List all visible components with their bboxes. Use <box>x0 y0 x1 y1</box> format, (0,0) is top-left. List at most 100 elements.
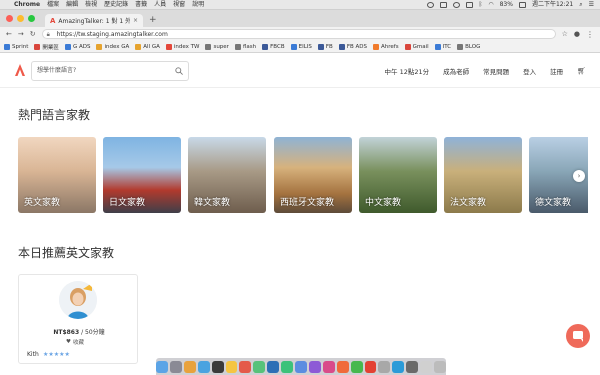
app-icon[interactable] <box>239 360 252 373</box>
close-window-button[interactable] <box>6 15 13 22</box>
wifi-icon[interactable]: ◠ <box>488 0 493 10</box>
finder-icon[interactable] <box>155 360 168 373</box>
teacher-card[interactable]: NT$863 / 50分鐘 ♥ 收藏 Kith ★★★★★ <box>18 274 138 364</box>
search-icon[interactable]: ⌕ <box>579 0 582 10</box>
nav-faq[interactable]: 常見問題 <box>483 66 509 76</box>
reload-icon[interactable]: ↻ <box>30 30 36 38</box>
line-icon[interactable] <box>281 360 294 373</box>
favorite-button[interactable]: ♥ 收藏 <box>66 337 84 347</box>
menu-app-name[interactable]: Chrome <box>14 0 40 10</box>
battery-icon[interactable] <box>518 1 526 8</box>
nav-time[interactable]: 中午 12點21分 <box>385 66 430 76</box>
help-icon[interactable] <box>420 360 433 373</box>
browser-menu-icon[interactable]: ⋮ <box>586 30 594 39</box>
amazingtalker-favicon-icon: A <box>50 16 56 25</box>
app-icon[interactable] <box>253 360 266 373</box>
language-card-english[interactable]: 英文家教 <box>18 137 96 213</box>
bookmark-item[interactable]: FB ADS <box>338 43 367 50</box>
bookmark-item[interactable]: FBCB <box>262 43 285 50</box>
amazingtalker-logo-icon[interactable] <box>14 63 26 77</box>
status-icon[interactable] <box>426 1 434 8</box>
bluetooth-icon[interactable]: ᛒ <box>479 0 483 10</box>
language-card-chinese[interactable]: 中文家教 <box>359 137 437 213</box>
search-icon[interactable] <box>175 67 183 75</box>
minimize-window-button[interactable] <box>17 15 24 22</box>
language-card-japanese[interactable]: 日文家教 <box>103 137 181 213</box>
language-card-label: 德文家教 <box>535 198 572 208</box>
menu-people[interactable]: 人員 <box>154 0 166 10</box>
app-icon[interactable] <box>197 360 210 373</box>
maximize-window-button[interactable] <box>28 15 35 22</box>
language-card-french[interactable]: 法文家教 <box>444 137 522 213</box>
main-nav: 中午 12點21分 成為老師 常見問題 登入 註冊 🛒︎ <box>385 54 587 88</box>
url-text: https://tw.staging.amazingtalker.com <box>56 31 168 38</box>
app-icon[interactable] <box>295 360 307 373</box>
cart-icon[interactable]: 🛒︎ <box>577 67 586 75</box>
menu-view[interactable]: 檢視 <box>85 0 97 10</box>
chrome-icon[interactable] <box>364 360 377 373</box>
app-icon[interactable] <box>336 360 349 373</box>
bookmark-item[interactable]: Sprint <box>4 43 28 50</box>
app-icon[interactable] <box>378 360 391 373</box>
app-icon[interactable] <box>211 360 224 373</box>
app-icon[interactable] <box>392 360 405 373</box>
bookmark-label: G ADS <box>72 43 91 50</box>
address-bar[interactable]: 🔒︎ https://tw.staging.amazingtalker.com <box>41 29 556 39</box>
app-icon[interactable] <box>350 360 363 373</box>
bookmark-item[interactable]: index GA <box>96 43 129 50</box>
trash-icon[interactable] <box>434 360 447 373</box>
notification-icon[interactable]: ☰ <box>589 0 594 10</box>
menu-help[interactable]: 說明 <box>192 0 204 10</box>
bookmark-favicon-icon <box>165 43 172 50</box>
menu-file[interactable]: 檔案 <box>47 0 59 10</box>
language-card-korean[interactable]: 韓文家教 <box>188 137 266 213</box>
status-icon[interactable] <box>465 1 473 8</box>
language-card-spanish[interactable]: 西班牙文家教 <box>274 137 352 213</box>
bookmark-item[interactable]: Ahrefs <box>373 43 399 50</box>
nav-login[interactable]: 登入 <box>523 66 536 76</box>
close-tab-icon[interactable]: × <box>133 17 138 24</box>
teacher-avatar[interactable] <box>59 281 97 319</box>
app-icon[interactable] <box>406 360 419 373</box>
bookmark-favicon-icon <box>96 43 103 50</box>
bookmark-item[interactable]: G ADS <box>64 43 91 50</box>
bookmark-item[interactable]: FB <box>317 43 333 50</box>
bookmark-item[interactable]: flash <box>234 43 256 50</box>
bookmark-item[interactable]: BLOG <box>457 43 480 50</box>
app-icon[interactable] <box>183 360 196 373</box>
bookmark-item[interactable]: 開業區 <box>34 43 59 51</box>
carousel-next-button[interactable]: › <box>573 170 585 182</box>
nav-register[interactable]: 註冊 <box>550 66 563 76</box>
forward-icon[interactable]: → <box>18 30 24 38</box>
launchpad-icon[interactable] <box>169 360 182 373</box>
app-icon[interactable] <box>267 360 280 373</box>
status-icon[interactable] <box>439 1 447 8</box>
battery-percent[interactable]: 83% <box>500 0 513 10</box>
app-icon[interactable] <box>308 360 321 373</box>
menu-bookmarks[interactable]: 書籤 <box>135 0 147 10</box>
search-input[interactable]: 想學什麼語言? <box>31 61 189 81</box>
bookmark-item[interactable]: Gmail <box>404 43 429 50</box>
nav-become-teacher[interactable]: 成為老師 <box>443 66 469 76</box>
bookmark-item[interactable]: ITC <box>434 43 451 50</box>
status-icon[interactable] <box>452 1 460 8</box>
back-icon[interactable]: ← <box>6 30 12 38</box>
bookmark-star-icon[interactable]: ☆ <box>562 30 568 38</box>
teacher-name[interactable]: Kith <box>27 351 39 358</box>
bookmark-item[interactable]: EILIS <box>290 43 312 50</box>
app-icon[interactable] <box>225 360 238 373</box>
bookmark-item[interactable]: All GA <box>135 43 160 50</box>
new-tab-button[interactable]: + <box>149 14 157 27</box>
menu-edit[interactable]: 編輯 <box>66 0 78 10</box>
bookmark-item[interactable]: index TW <box>165 43 199 50</box>
heart-icon: ♥ <box>66 339 71 345</box>
extension-icon[interactable]: ● <box>574 30 580 38</box>
chat-support-button[interactable] <box>566 324 590 348</box>
menu-window[interactable]: 視窗 <box>173 0 185 10</box>
app-icon[interactable] <box>322 360 335 373</box>
bookmark-item[interactable]: super <box>205 43 229 50</box>
clock[interactable]: 週二下午12:21 <box>532 0 573 10</box>
browser-tab[interactable]: A AmazingTalker: 1 對 1 外語家教 × <box>45 14 143 27</box>
window-controls <box>6 10 35 27</box>
menu-history[interactable]: 歷史記錄 <box>104 0 128 10</box>
